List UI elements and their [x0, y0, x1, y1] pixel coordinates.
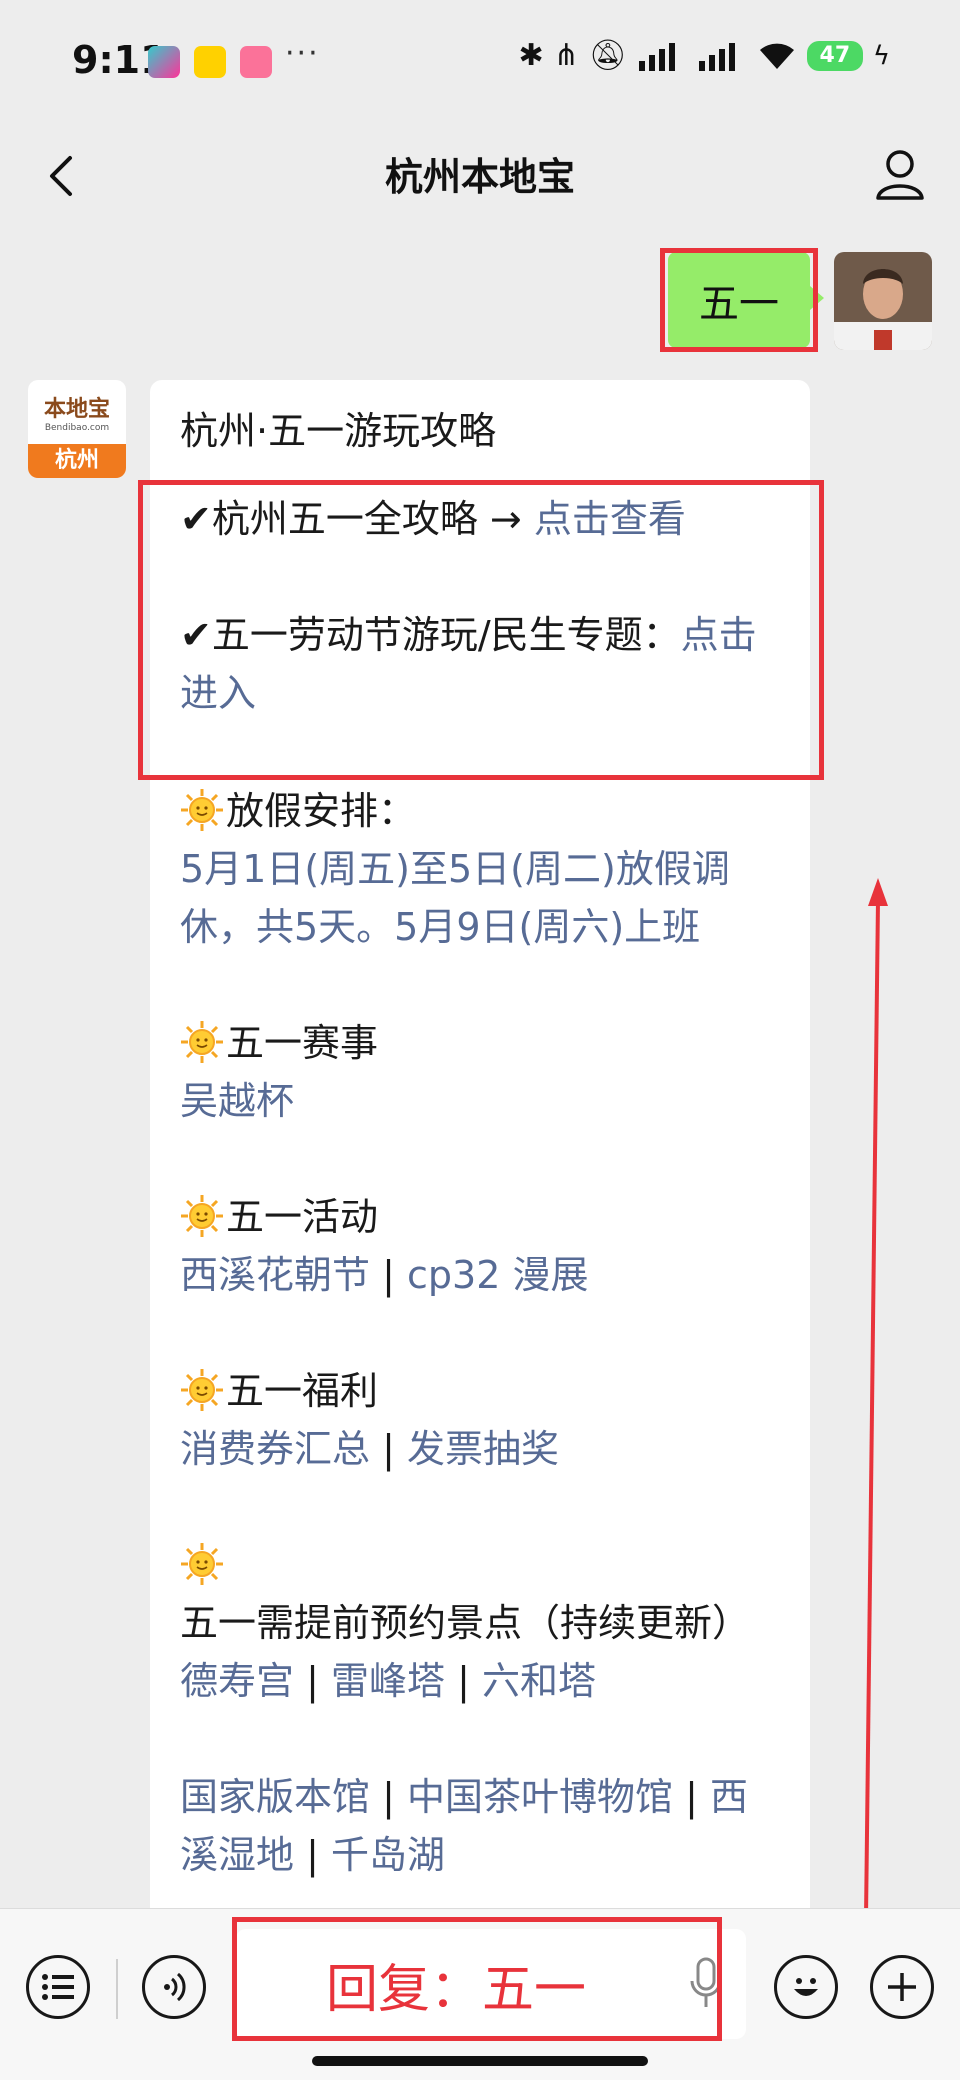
- separator: |: [457, 1659, 470, 1703]
- wuyue-cup-link[interactable]: 吴越杯: [180, 1072, 780, 1130]
- system-icons: ✱ ⋔ 🔕︎ 47 ϟ: [518, 38, 890, 73]
- profile-icon[interactable]: [870, 144, 930, 204]
- bot-avatar[interactable]: 本地宝 Bendibao.com 杭州: [28, 380, 126, 478]
- cp32-expo-link[interactable]: cp32 漫展: [407, 1253, 588, 1297]
- section-events: 五一赛事 吴越杯: [180, 1014, 780, 1130]
- sun-icon: [181, 1195, 223, 1237]
- annotation-box-input: [232, 1917, 722, 2041]
- separator: |: [306, 1659, 319, 1703]
- liuhe-pagoda-link[interactable]: 六和塔: [482, 1659, 596, 1703]
- user-avatar[interactable]: [834, 252, 932, 350]
- deshou-palace-link[interactable]: 德寿宫: [180, 1659, 294, 1703]
- invoice-lottery-link[interactable]: 发票抽奖: [407, 1427, 559, 1471]
- voice-toggle-button[interactable]: [142, 1955, 206, 2019]
- nav-bar: 杭州本地宝: [0, 120, 960, 230]
- signal-5g-icon: [638, 42, 675, 71]
- sun-icon: [181, 1021, 223, 1063]
- bot-avatar-city: 杭州: [28, 444, 126, 478]
- voice-waves-icon: [164, 1972, 186, 2002]
- separator: |: [685, 1775, 698, 1819]
- bot-avatar-site: Bendibao.com: [44, 423, 110, 433]
- sun-icon: [181, 1369, 223, 1411]
- sun-icon: [181, 789, 223, 831]
- qiandao-lake-link[interactable]: 千岛湖: [331, 1833, 445, 1877]
- earbuds-icon: ⋔: [553, 38, 579, 73]
- section-holiday: 放假安排： 5月1日(周五)至5日(周二)放假调休，共5天。5月9日(周六)上班: [180, 782, 780, 956]
- bluetooth-icon: ✱: [518, 38, 544, 73]
- annotation-box-links: [138, 480, 824, 780]
- more-notifications: ···: [285, 36, 320, 71]
- annotation-box-message: [660, 248, 818, 352]
- add-more-button[interactable]: [870, 1955, 934, 2019]
- home-indicator[interactable]: [312, 2056, 648, 2066]
- leifeng-pagoda-link[interactable]: 雷峰塔: [331, 1659, 445, 1703]
- bot-avatar-logo: 本地宝: [43, 397, 110, 422]
- status-bar: 9:11 ··· ✱ ⋔ 🔕︎ 47 ϟ: [0, 0, 960, 120]
- separator: |: [382, 1253, 395, 1297]
- more-attractions: 国家版本馆 | 中国茶叶博物馆 | 西溪湿地 | 千岛湖: [180, 1768, 780, 1884]
- tea-museum-link[interactable]: 中国茶叶博物馆: [407, 1775, 673, 1819]
- national-archives-link[interactable]: 国家版本馆: [180, 1775, 370, 1819]
- separator: |: [382, 1427, 395, 1471]
- emoji-button[interactable]: [774, 1955, 838, 2019]
- menu-list-button[interactable]: [26, 1955, 90, 2019]
- sun-icon: [181, 1543, 223, 1585]
- charging-icon: ϟ: [872, 40, 890, 71]
- separator: |: [382, 1775, 395, 1819]
- section-heading: 五一赛事: [226, 1021, 379, 1065]
- section-heading: 放假安排：: [226, 789, 417, 833]
- video-app-icon: [148, 46, 180, 78]
- section-heading: 五一福利: [226, 1369, 379, 1413]
- battery-indicator: 47: [806, 40, 863, 71]
- emoji-smile-icon: [794, 1978, 818, 1996]
- chat-title: 杭州本地宝: [384, 155, 575, 199]
- meituan-icon: [194, 46, 226, 78]
- signal-5g-icon-2: [698, 42, 735, 71]
- coupons-link[interactable]: 消费券汇总: [180, 1427, 370, 1471]
- section-benefits: 五一福利 消费券汇总 | 发票抽奖: [180, 1362, 780, 1478]
- separator: |: [306, 1833, 319, 1877]
- section-reservations: 五一需提前预约景点（持续更新） 德寿宫 | 雷峰塔 | 六和塔: [180, 1536, 780, 1710]
- card-title: 杭州·五一游玩攻略: [180, 409, 497, 453]
- user-avatar-image: [834, 252, 932, 350]
- divider: [116, 1959, 118, 2019]
- xixi-festival-link[interactable]: 西溪花朝节: [180, 1253, 370, 1297]
- section-activities: 五一活动 西溪花朝节 | cp32 漫展: [180, 1188, 780, 1304]
- bottom-input-bar: 回复：五一: [0, 1908, 960, 2080]
- plus-icon: [888, 1973, 916, 2001]
- menu-list-icon: [42, 1974, 74, 2000]
- section-heading: 五一需提前预约景点（持续更新）: [180, 1601, 751, 1645]
- section-heading: 五一活动: [226, 1195, 379, 1239]
- wifi-icon: [759, 43, 794, 69]
- holiday-schedule-link[interactable]: 5月1日(周五)至5日(周二)放假调休，共5天。5月9日(周六)上班: [180, 840, 780, 956]
- bilibili-icon: [240, 46, 272, 78]
- mute-icon: 🔕︎: [588, 38, 627, 73]
